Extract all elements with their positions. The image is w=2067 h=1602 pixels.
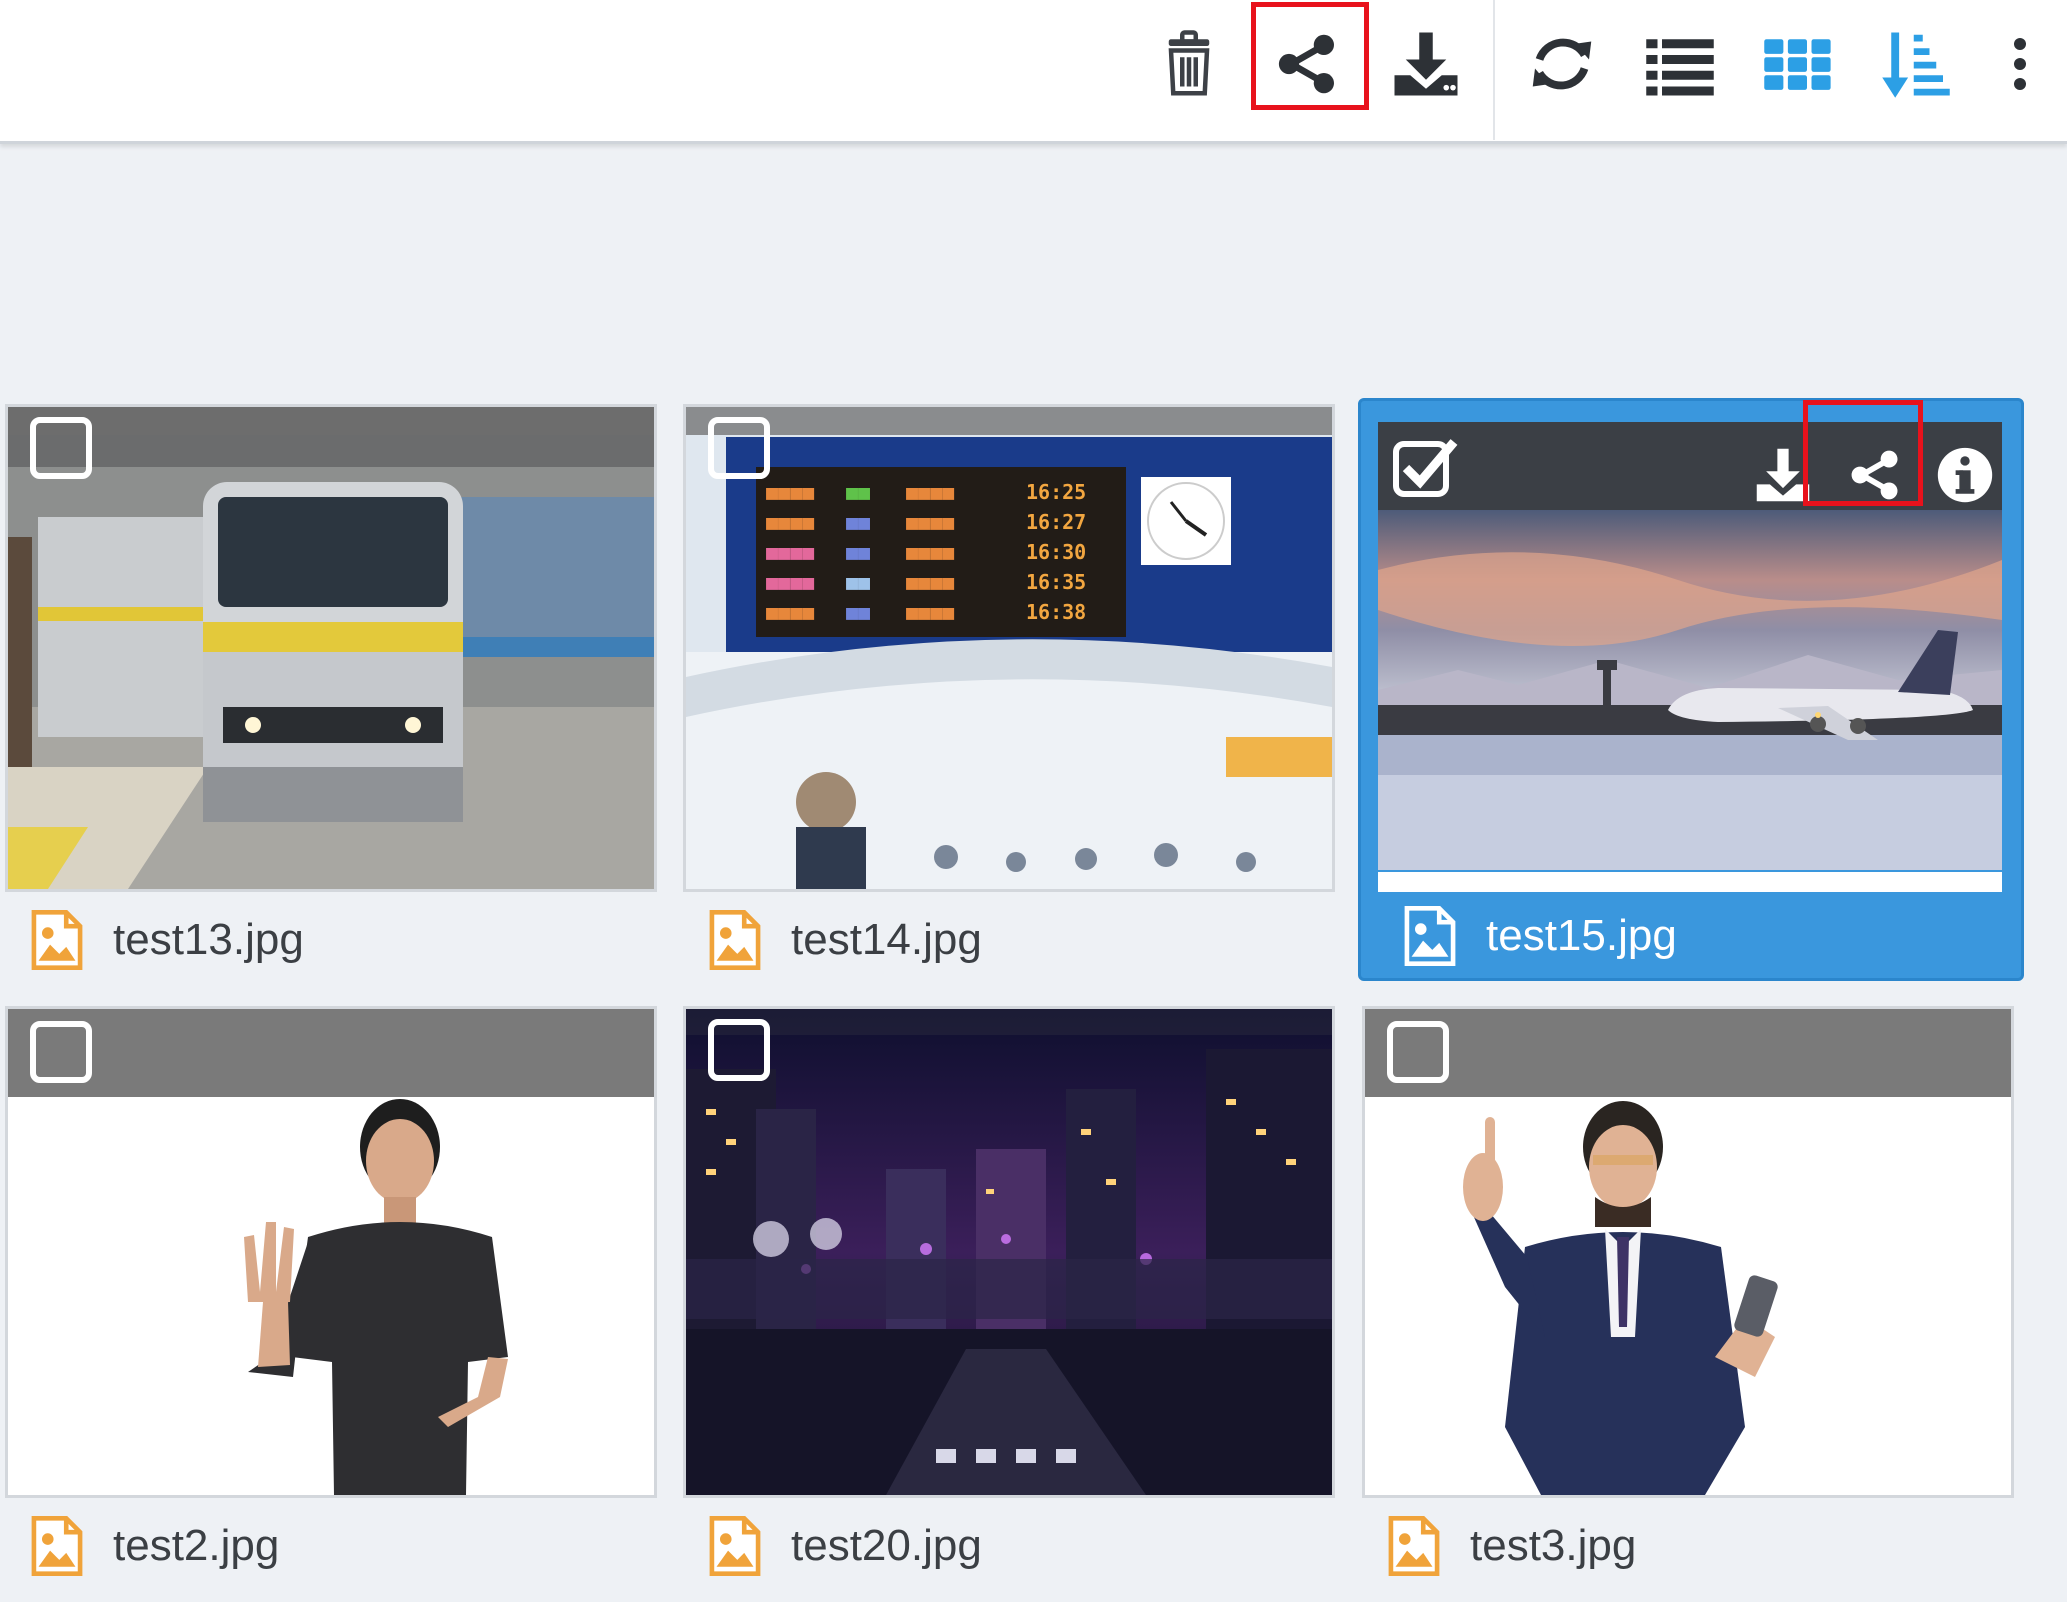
info-icon — [1937, 447, 1993, 503]
file-name: test20.jpg — [791, 1521, 982, 1570]
toolbar — [0, 0, 2067, 144]
svg-text:■■■■: ■■■■ — [766, 600, 814, 624]
file-thumbnail[interactable] — [1362, 1006, 2014, 1498]
file-name: test14.jpg — [791, 915, 982, 964]
share-icon — [1851, 450, 1898, 500]
file-checkbox[interactable] — [30, 417, 92, 479]
download-icon — [1756, 448, 1810, 502]
airport-board-photo: ■■■■ ■■ ■■■■ 16:25 ■■■■ ■■ ■■■■ 16:27 ■■■■ ■■ ■■… — [686, 407, 1332, 889]
image-file-icon — [709, 910, 761, 970]
svg-text:■■■■: ■■■■ — [906, 600, 954, 624]
sort-button[interactable] — [1868, 16, 1964, 112]
svg-text:16:35: 16:35 — [1026, 570, 1086, 594]
trash-icon — [1168, 30, 1210, 96]
download-icon — [1394, 32, 1458, 96]
file-caption[interactable]: test13.jpg — [5, 892, 657, 988]
share-button[interactable] — [1259, 16, 1355, 112]
refresh-icon — [1532, 38, 1592, 90]
file-checkbox[interactable] — [30, 1021, 92, 1083]
checked-checkbox-icon[interactable] — [1392, 434, 1458, 500]
file-caption[interactable]: test15.jpg — [1378, 888, 2030, 984]
file-name: test3.jpg — [1470, 1521, 1637, 1570]
sort-icon — [1882, 32, 1950, 98]
svg-text:16:38: 16:38 — [1026, 600, 1086, 624]
svg-text:16:25: 16:25 — [1026, 480, 1086, 504]
download-button[interactable] — [1378, 16, 1474, 112]
svg-text:■■■■: ■■■■ — [766, 480, 814, 504]
file-name: test13.jpg — [113, 915, 304, 964]
svg-text:■■: ■■ — [846, 510, 870, 534]
man-waving-photo — [8, 1097, 654, 1495]
businessman-photo — [1365, 1097, 2011, 1495]
svg-text:■■■■: ■■■■ — [906, 570, 954, 594]
card-download-button[interactable] — [1748, 440, 1818, 510]
more-vertical-icon — [2014, 38, 2026, 90]
file-caption[interactable]: test20.jpg — [683, 1498, 1335, 1594]
svg-text:■■■■: ■■■■ — [766, 570, 814, 594]
svg-text:■■: ■■ — [846, 570, 870, 594]
svg-text:■■■■: ■■■■ — [906, 540, 954, 564]
city-night-photo — [686, 1009, 1332, 1495]
svg-text:16:30: 16:30 — [1026, 540, 1086, 564]
airplane-photo — [1378, 510, 2002, 870]
file-thumbnail[interactable] — [5, 1006, 657, 1498]
delete-button[interactable] — [1141, 16, 1237, 112]
image-file-icon — [31, 1516, 83, 1576]
card-info-button[interactable] — [1930, 440, 2000, 510]
file-thumbnail[interactable]: ■■■■ ■■ ■■■■ 16:25 ■■■■ ■■ ■■■■ 16:27 ■■■■ ■■ ■■… — [683, 404, 1335, 892]
file-caption[interactable]: test14.jpg — [683, 892, 1335, 988]
thumbnail-header-bar — [1365, 1009, 2011, 1097]
file-checkbox[interactable] — [1387, 1021, 1449, 1083]
file-thumbnail[interactable] — [1378, 422, 2002, 892]
image-file-icon — [1404, 906, 1456, 966]
toolbar-divider — [1493, 0, 1495, 140]
svg-text:■■■■: ■■■■ — [906, 480, 954, 504]
image-file-icon — [709, 1516, 761, 1576]
file-checkbox[interactable] — [708, 1019, 770, 1081]
train-photo — [8, 407, 654, 889]
thumbnail-header-bar — [686, 1009, 1332, 1035]
svg-text:■■: ■■ — [846, 540, 870, 564]
svg-text:■■■■: ■■■■ — [766, 510, 814, 534]
file-name: test15.jpg — [1486, 911, 1677, 960]
image-file-icon — [31, 910, 83, 970]
thumbnail-header-bar — [8, 1009, 654, 1097]
card-share-button[interactable] — [1840, 440, 1910, 510]
file-caption[interactable]: test2.jpg — [5, 1498, 657, 1594]
thumbnail-header-bar — [8, 407, 654, 435]
svg-text:■■: ■■ — [846, 600, 870, 624]
refresh-button[interactable] — [1514, 16, 1610, 112]
image-file-icon — [1388, 1516, 1440, 1576]
svg-text:■■■■: ■■■■ — [766, 540, 814, 564]
share-icon — [1278, 34, 1334, 94]
file-thumbnail[interactable] — [5, 404, 657, 892]
file-thumbnail[interactable] — [683, 1006, 1335, 1498]
file-checkbox[interactable] — [708, 417, 770, 479]
more-options-button[interactable] — [1985, 16, 2055, 112]
list-view-icon — [1646, 39, 1714, 96]
svg-text:16:27: 16:27 — [1026, 510, 1086, 534]
svg-text:■■: ■■ — [846, 480, 870, 504]
svg-text:■■■■: ■■■■ — [906, 510, 954, 534]
file-name: test2.jpg — [113, 1521, 280, 1570]
file-caption[interactable]: test3.jpg — [1362, 1498, 2014, 1594]
list-view-button[interactable] — [1632, 16, 1728, 112]
grid-view-icon — [1764, 39, 1831, 90]
grid-view-button[interactable] — [1750, 16, 1846, 112]
thumbnail-header-bar — [686, 407, 1332, 435]
